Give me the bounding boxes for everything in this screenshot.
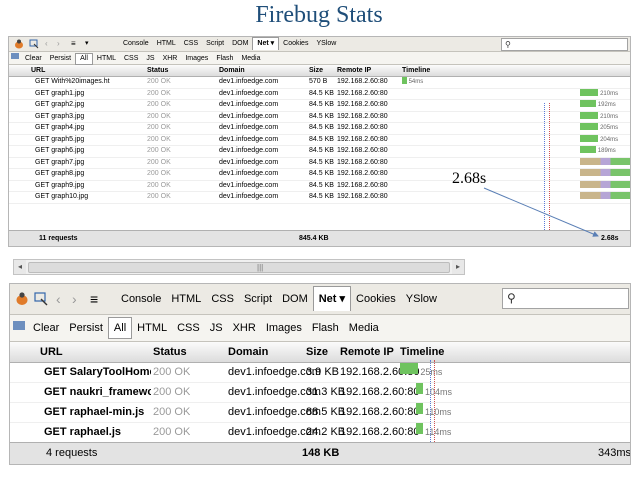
request-count: 4 requests bbox=[46, 447, 98, 459]
dom-content-loaded-line bbox=[430, 360, 431, 442]
table-row[interactable]: +GET naukri_framework_200 OKdev1.infoedg… bbox=[10, 383, 630, 403]
remote-ip-cell: 192.168.2.60:80 bbox=[340, 406, 420, 418]
total-time: 343ms bbox=[598, 447, 631, 459]
scroll-thumb[interactable]: ||| bbox=[28, 262, 450, 273]
tab-script[interactable]: Script bbox=[239, 284, 277, 314]
timeline-bar bbox=[400, 363, 419, 374]
main-toolbar: ‹ › ≡ Console HTML CSS Script DOM Net ▾ Cookie… bbox=[10, 284, 630, 315]
table-row[interactable]: +GET raphael.js200 OKdev1.infoedge.com24… bbox=[10, 423, 630, 443]
remote-ip-cell: 192.168.2.60:80 bbox=[340, 426, 420, 438]
filter-persist[interactable]: Persist bbox=[64, 315, 108, 341]
tab-dom[interactable]: DOM bbox=[277, 284, 313, 314]
column-header-timeline[interactable]: Timeline bbox=[400, 342, 444, 362]
column-header-url[interactable]: URL bbox=[40, 342, 63, 362]
table-row[interactable]: +GET raphael-min.js200 OKdev1.infoedge.c… bbox=[10, 403, 630, 423]
filter-all[interactable]: All bbox=[107, 317, 133, 339]
table-row[interactable]: +GET SalaryToolHomePa200 OKdev1.infoedge… bbox=[10, 363, 630, 383]
inspect-icon[interactable] bbox=[34, 292, 48, 306]
tab-console[interactable]: Console bbox=[116, 284, 166, 314]
status-cell: 200 OK bbox=[153, 366, 191, 378]
remote-ip-cell: 192.168.2.60:80 bbox=[340, 386, 420, 398]
firebug-bug-icon[interactable] bbox=[14, 292, 30, 306]
status-cell: 200 OK bbox=[153, 426, 191, 438]
net-panel-icon bbox=[10, 315, 28, 341]
tab-cookies[interactable]: Cookies bbox=[351, 284, 401, 314]
timeline-bar bbox=[416, 383, 423, 394]
scroll-right-icon[interactable]: ▸ bbox=[452, 260, 464, 274]
tab-yslow[interactable]: YSlow bbox=[401, 284, 442, 314]
url-cell[interactable]: GET naukri_framework_ bbox=[44, 383, 151, 402]
timeline-bar bbox=[416, 403, 423, 414]
url-cell[interactable]: GET raphael-min.js bbox=[44, 403, 151, 422]
timeline-bar bbox=[416, 423, 423, 434]
status-cell: 200 OK bbox=[153, 406, 191, 418]
filter-flash[interactable]: Flash bbox=[307, 315, 344, 341]
firebug-panel-large: ‹ › ≡ Console HTML CSS Script DOM Net ▾ Cookie… bbox=[9, 283, 631, 465]
filter-media[interactable]: Media bbox=[344, 315, 384, 341]
column-header-size[interactable]: Size bbox=[306, 342, 328, 362]
menu-icon[interactable]: ≡ bbox=[90, 292, 104, 306]
load-event-line bbox=[434, 360, 435, 442]
filter-images[interactable]: Images bbox=[261, 315, 307, 341]
url-cell[interactable]: GET SalaryToolHomePa bbox=[44, 363, 151, 382]
size-cell: 3.9 KB bbox=[306, 366, 340, 378]
back-icon[interactable]: ‹ bbox=[56, 292, 66, 306]
total-size: 148 KB bbox=[302, 447, 340, 459]
filter-toolbar: Clear Persist All HTML CSS JS XHR Images Flash Me… bbox=[10, 315, 630, 342]
filter-xhr[interactable]: XHR bbox=[228, 315, 261, 341]
timeline-label: 25ms bbox=[420, 367, 443, 377]
tab-net[interactable]: Net ▾ bbox=[312, 286, 352, 311]
scroll-left-icon[interactable]: ◂ bbox=[14, 260, 26, 274]
column-header-domain[interactable]: Domain bbox=[228, 342, 268, 362]
request-list: +GET SalaryToolHomePa200 OKdev1.infoedge… bbox=[10, 363, 630, 443]
column-header-status[interactable]: Status bbox=[153, 342, 187, 362]
filter-css[interactable]: CSS bbox=[172, 315, 205, 341]
tab-css[interactable]: CSS bbox=[206, 284, 239, 314]
timeline-label: 110ms bbox=[425, 407, 452, 417]
status-cell: 200 OK bbox=[153, 386, 191, 398]
search-input[interactable]: ⚲ bbox=[502, 288, 629, 309]
horizontal-scrollbar[interactable]: ◂ ||| ▸ bbox=[13, 259, 465, 275]
tab-html[interactable]: HTML bbox=[166, 284, 206, 314]
column-header-remote-ip[interactable]: Remote IP bbox=[340, 342, 394, 362]
forward-icon[interactable]: › bbox=[72, 292, 82, 306]
panel-tabs: Console HTML CSS Script DOM Net ▾ Cookies YSlow bbox=[116, 284, 442, 314]
grip-icon: ||| bbox=[257, 263, 264, 272]
filter-clear[interactable]: Clear bbox=[28, 315, 64, 341]
filter-html[interactable]: HTML bbox=[132, 315, 172, 341]
timeline-label: 114ms bbox=[425, 427, 452, 437]
column-header: URL Status Domain Size Remote IP Timeline bbox=[10, 342, 630, 363]
filter-js[interactable]: JS bbox=[205, 315, 228, 341]
search-icon: ⚲ bbox=[507, 291, 516, 305]
url-cell[interactable]: GET raphael.js bbox=[44, 423, 151, 442]
summary-footer: 4 requests 148 KB 343ms bbox=[10, 442, 630, 464]
